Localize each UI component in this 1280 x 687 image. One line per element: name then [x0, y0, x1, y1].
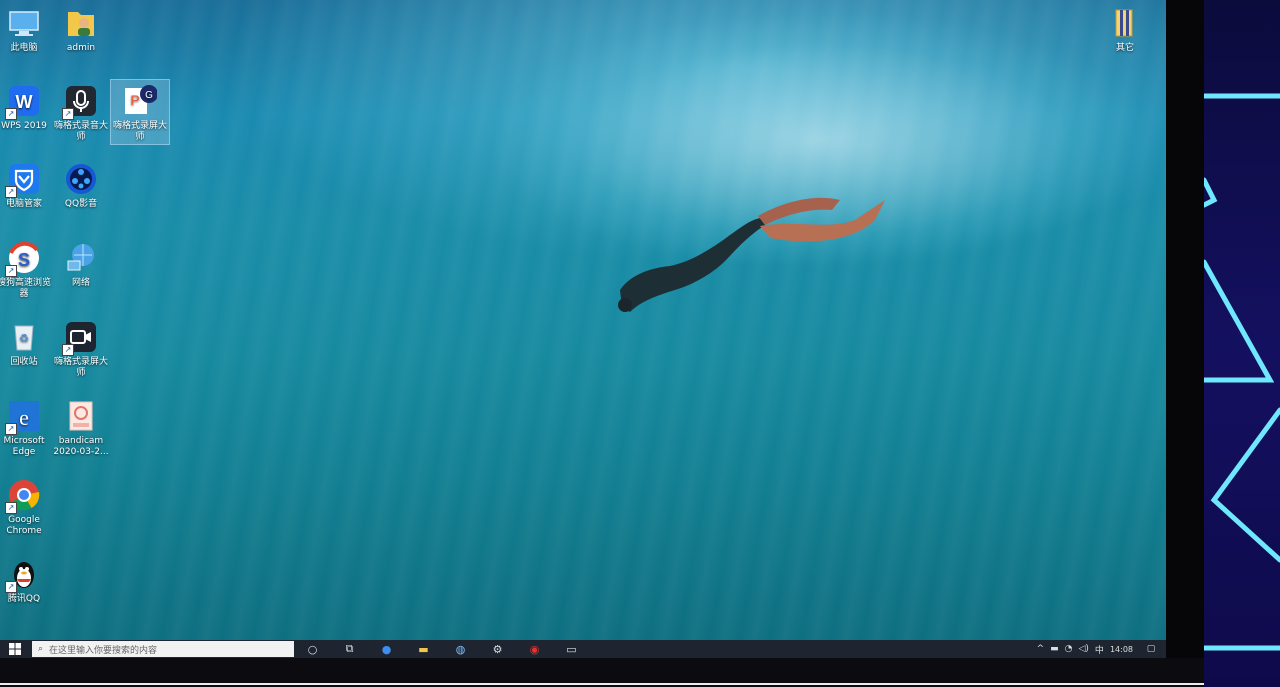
icon-label: 其它 [1115, 43, 1134, 53]
desktop-icon-screen-recorder[interactable]: PG 嗨格式录屏大师 [110, 79, 170, 145]
wps-icon: W ↗ [5, 84, 41, 120]
icon-label: Microsoft Edge [3, 436, 45, 457]
diver-silhouette [618, 197, 885, 312]
icon-label: 搜狗高速浏览器 [0, 278, 51, 299]
taskbar-search-input[interactable]: ⌕ 在这里输入你要搜索的内容 [32, 641, 294, 657]
taskbar-app-network[interactable]: ◍ [442, 640, 479, 658]
desktop-icon-chrome[interactable]: ↗ Google Chrome [0, 474, 53, 537]
qq-penguin-icon: ↗ [5, 557, 41, 593]
desktop-icon-this-pc[interactable]: 此电脑 [0, 2, 53, 54]
ime-indicator[interactable]: 中 [1095, 643, 1104, 656]
gear-icon: ⚙ [492, 642, 503, 656]
shortcut-arrow-icon: ↗ [5, 186, 17, 198]
icon-label: bandicam 2020-03-2... [53, 436, 109, 457]
taskbar-app-explorer[interactable]: ▬ [405, 640, 442, 658]
icon-label: 电脑管家 [5, 199, 42, 209]
desktop-icon-edge[interactable]: e ↗ Microsoft Edge [0, 395, 53, 458]
battery-icon[interactable]: ▬ [1050, 644, 1059, 654]
desktop-icon-screen-recorder-2[interactable]: ↗ 嗨格式录屏大师 [52, 316, 110, 379]
task-view-icon: ⧉ [345, 642, 354, 655]
shortcut-arrow-icon: ↗ [5, 108, 17, 120]
qq-player-icon [64, 162, 98, 196]
bottom-black-frame [0, 658, 1204, 687]
record-icon: ◉ [529, 642, 540, 656]
wifi-icon[interactable]: ◔ [1065, 644, 1073, 654]
archive-icon [1108, 6, 1142, 40]
pc-manager-icon: ↗ [5, 162, 41, 198]
shortcut-arrow-icon: ↗ [62, 108, 74, 120]
shortcut-arrow-icon: ↗ [5, 423, 17, 435]
icon-label: 腾讯QQ [7, 594, 41, 604]
recycle-bin-icon: ♻ [7, 320, 41, 354]
light-rays [0, 0, 1166, 640]
edge-icon: e ↗ [5, 399, 41, 435]
taskbar-app-sogou[interactable]: ● [368, 640, 405, 658]
search-placeholder: 在这里输入你要搜索的内容 [49, 645, 158, 656]
icon-label: 此电脑 [10, 43, 38, 53]
volume-icon[interactable]: ◁) [1078, 644, 1088, 654]
svg-text:♻: ♻ [19, 332, 29, 345]
image-file-icon [64, 399, 98, 433]
start-button[interactable] [0, 640, 30, 658]
desktop-icon-network[interactable]: 网络 [52, 237, 110, 289]
search-icon: ⌕ [38, 644, 44, 654]
folder-icon: ▬ [418, 642, 429, 656]
cortana-button[interactable]: ○ [294, 640, 331, 658]
recorder-icon: ↗ [62, 84, 98, 120]
notification-center-icon[interactable]: ▢ [1139, 644, 1163, 654]
taskbar-app-camera[interactable]: ▭ [553, 640, 590, 658]
chrome-icon: ↗ [5, 478, 41, 514]
icon-label: 嗨格式录音大师 [53, 121, 108, 142]
icon-label: QQ影音 [64, 199, 98, 209]
taskbar-app-settings[interactable]: ⚙ [479, 640, 516, 658]
desktop-icon-pc-manager[interactable]: ↗ 电脑管家 [0, 158, 53, 210]
taskbar-clock[interactable]: 14:08 [1110, 645, 1133, 654]
icon-label: 回收站 [10, 357, 38, 367]
desktop-icon-admin[interactable]: admin [52, 2, 110, 54]
camera-recorder-icon: ↗ [62, 320, 98, 356]
shortcut-arrow-icon: ↗ [62, 344, 74, 356]
desktop-icon-sogou-browser[interactable]: S ↗ 搜狗高速浏览器 [0, 237, 53, 300]
desktop-icon-wps[interactable]: W ↗ WPS 2019 [0, 80, 53, 132]
svg-text:W: W [16, 92, 33, 112]
desktop-icon-recycle-bin[interactable]: ♻ 回收站 [0, 316, 53, 368]
neon-background-panel [1204, 0, 1280, 687]
shortcut-arrow-icon: ↗ [5, 265, 17, 277]
icon-label: 网络 [71, 278, 90, 288]
desktop-icon-other[interactable]: 其它 [1096, 2, 1154, 54]
icon-label: 嗨格式录屏大师 [112, 121, 167, 142]
video-camera-icon: ▭ [566, 642, 577, 656]
sogou-browser-icon: S ↗ [5, 241, 41, 277]
desktop-wallpaper [0, 0, 1166, 640]
sogou-taskbar-icon: ● [381, 642, 392, 656]
icon-label: admin [66, 43, 96, 53]
windows-logo-icon [9, 643, 21, 655]
icon-label: WPS 2019 [1, 121, 47, 131]
svg-text:S: S [18, 250, 30, 270]
screen-recorder-icon: PG [123, 84, 158, 118]
system-tray: ^ ▬ ◔ ◁) 中 14:08 ▢ [1034, 640, 1166, 658]
right-black-frame [1166, 0, 1204, 660]
network-icon [64, 241, 98, 275]
desktop-icon-audio-recorder[interactable]: ↗ 嗨格式录音大师 [52, 80, 110, 143]
shortcut-arrow-icon: ↗ [5, 502, 17, 514]
desktop-icon-qq[interactable]: ↗ 腾讯QQ [0, 553, 53, 605]
svg-text:P: P [130, 92, 139, 108]
svg-text:G: G [145, 90, 153, 101]
icon-label: Google Chrome [6, 515, 42, 536]
shortcut-arrow-icon: ↗ [5, 581, 17, 593]
desktop-icon-bandicam-file[interactable]: bandicam 2020-03-2... [52, 395, 110, 458]
desktop-icon-qq-player[interactable]: QQ影音 [52, 158, 110, 210]
icon-label: 嗨格式录屏大师 [53, 357, 108, 378]
user-folder-icon [64, 6, 98, 40]
taskbar: ⌕ 在这里输入你要搜索的内容 ○ ⧉ ● ▬ ◍ ⚙ ◉ ▭ ^ ▬ ◔ ◁) … [0, 640, 1166, 658]
globe-icon: ◍ [455, 642, 466, 656]
taskbar-app-record[interactable]: ◉ [516, 640, 553, 658]
svg-text:e: e [19, 405, 29, 430]
computer-icon [7, 6, 41, 40]
task-view-button[interactable]: ⧉ [331, 640, 368, 658]
cortana-circle-icon: ○ [307, 642, 318, 656]
show-hidden-icons-chevron-icon[interactable]: ^ [1037, 644, 1045, 654]
neon-triangles-decoration [1204, 93, 1280, 651]
